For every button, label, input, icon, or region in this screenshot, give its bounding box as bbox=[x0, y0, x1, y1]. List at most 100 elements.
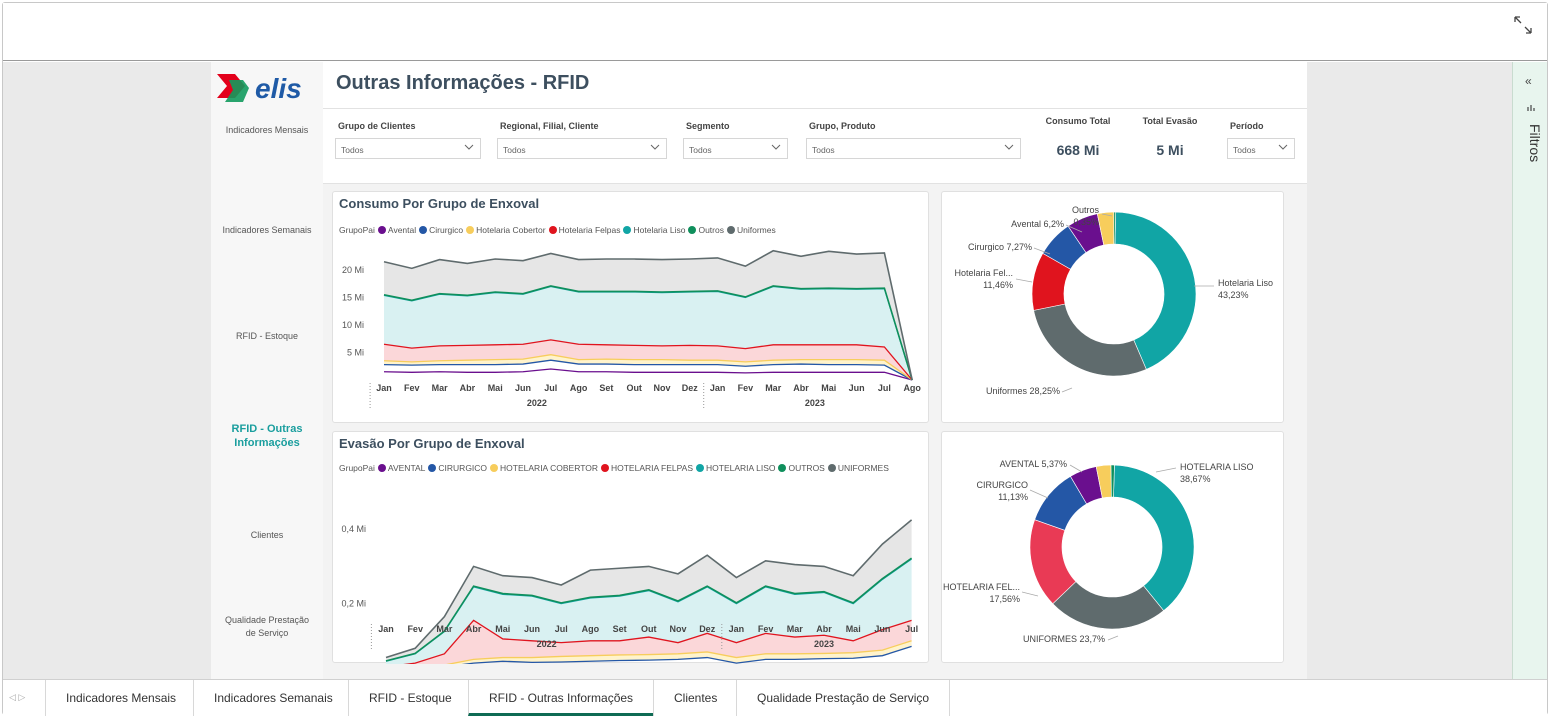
consumo-chart-card[interactable]: Consumo Por Grupo de Enxoval GrupoPai Ave… bbox=[332, 191, 929, 423]
chevron-down-icon bbox=[650, 144, 660, 150]
tab-rfid-outras-informacoes[interactable]: RFID - Outras Informações bbox=[468, 680, 654, 716]
evasao-donut-chart: HOTELARIA LISO 38,67% UNIFORMES 23,7% HOTEL… bbox=[943, 459, 1254, 644]
tab-indicadores-mensais[interactable]: Indicadores Mensais bbox=[45, 680, 196, 716]
nav-item-indicadores-mensais[interactable]: Indicadores Mensais bbox=[219, 124, 315, 137]
tab-clientes[interactable]: Clientes bbox=[653, 680, 737, 716]
kpi-label-consumo-total: Consumo Total bbox=[1045, 116, 1111, 126]
evasao-donut-card[interactable]: HOTELARIA LISO 38,67% UNIFORMES 23,7% HOTEL… bbox=[941, 431, 1284, 663]
consumo-area-chart: 5 Mi 10 Mi 15 Mi 20 Mi Jan Fev Mar Abr Mai Jun Jul… bbox=[342, 249, 921, 409]
x-tick-label: Set bbox=[613, 624, 627, 634]
slicer-value: Todos bbox=[341, 145, 364, 155]
slice-pct-label: 11,13% bbox=[998, 492, 1028, 502]
tab-rfid-estoque[interactable]: RFID - Estoque bbox=[348, 680, 472, 716]
x-tick-label: Ago bbox=[903, 383, 921, 393]
slice-pct-label: 43,23% bbox=[1218, 290, 1249, 300]
consumo-donut-card[interactable]: Hotelaria Liso 43,23% Uniformes 28,25% Hote… bbox=[941, 191, 1284, 423]
label-leader-line bbox=[1029, 489, 1049, 499]
donut-slice bbox=[1033, 303, 1147, 377]
double-chevron-left-icon[interactable]: « bbox=[1525, 74, 1532, 88]
x-tick-label: Fev bbox=[404, 383, 420, 393]
slice-label: UNIFORMES 23,7% bbox=[1023, 634, 1105, 644]
x-tick-label: Jul bbox=[905, 624, 918, 634]
nav-item-clientes[interactable]: Clientes bbox=[219, 529, 315, 542]
evasao-chart-card[interactable]: Evasão Por Grupo de Enxoval GrupoPai AVEN… bbox=[332, 431, 929, 664]
x-tick-label: Set bbox=[599, 383, 613, 393]
navigation-panel: elis Indicadores Mensais Indicadores Sem… bbox=[211, 62, 323, 679]
page-title: Outras Informações - RFID bbox=[336, 72, 590, 94]
y-tick-label: 5 Mi bbox=[347, 348, 364, 358]
x-group-label: 2023 bbox=[814, 639, 834, 649]
elis-logo: elis bbox=[217, 73, 302, 104]
x-tick-label: Abr bbox=[793, 383, 809, 393]
tab-indicadores-semanais[interactable]: Indicadores Semanais bbox=[193, 680, 353, 716]
donut-slice bbox=[1110, 464, 1115, 498]
slice-pct-label: 0,35% bbox=[1073, 217, 1099, 227]
slicer-segmento[interactable]: Todos bbox=[683, 138, 788, 159]
x-tick-label: Jan bbox=[729, 624, 745, 634]
donut-slice bbox=[1113, 211, 1116, 245]
label-leader-line bbox=[1021, 591, 1039, 597]
top-bar bbox=[3, 3, 1547, 61]
slice-pct-label: 38,67% bbox=[1180, 474, 1211, 484]
slicer-grupo-clientes[interactable]: Todos bbox=[335, 138, 481, 159]
x-tick-label: Ago bbox=[570, 383, 588, 393]
evasao-area-chart: 0,0 Mi0,2 Mi0,4 MiJanFevMarAbrMaiJunJulA… bbox=[341, 519, 918, 664]
x-tick-label: Ago bbox=[582, 624, 600, 634]
x-tick-label: Jan bbox=[376, 383, 392, 393]
nav-item-rfid-outras-informacoes[interactable]: RFID - Outras Informações bbox=[219, 422, 315, 450]
x-tick-label: Mai bbox=[495, 624, 510, 634]
y-tick-label: 20 Mi bbox=[342, 265, 364, 275]
slicer-value: Todos bbox=[1233, 145, 1256, 155]
x-tick-label: Nov bbox=[669, 624, 686, 634]
x-tick-label: Mai bbox=[846, 624, 861, 634]
slicer-label-grupo-clientes: Grupo de Clientes bbox=[338, 121, 416, 131]
slice-pct-label: 17,56% bbox=[989, 594, 1020, 604]
x-tick-label: Fev bbox=[407, 624, 423, 634]
slice-label: Cirurgico 7,27% bbox=[968, 242, 1032, 252]
x-group-label: 2022 bbox=[537, 639, 557, 649]
x-tick-label: Jul bbox=[555, 624, 568, 634]
page-tab-bar: ◁ ▷ Indicadores Mensais Indicadores Sema… bbox=[3, 679, 1547, 716]
nav-item-indicadores-semanais[interactable]: Indicadores Semanais bbox=[219, 224, 315, 237]
y-tick-label: 0,2 Mi bbox=[341, 599, 366, 609]
y-tick-label: 15 Mi bbox=[342, 293, 364, 303]
label-leader-line bbox=[1061, 387, 1073, 393]
nav-item-rfid-estoque[interactable]: RFID - Estoque bbox=[219, 330, 315, 343]
kpi-value-total-evasao: 5 Mi bbox=[1156, 142, 1184, 158]
tab-scroll-arrows[interactable]: ◁ ▷ bbox=[9, 692, 25, 703]
slicer-value: Todos bbox=[689, 145, 712, 155]
filters-pane[interactable]: « Filtros bbox=[1512, 62, 1547, 679]
filter-header: Grupo de Clientes Todos Regional, Filial… bbox=[323, 108, 1307, 184]
kpi-value-consumo-total: 668 Mi bbox=[1056, 142, 1100, 158]
y-tick-label: 10 Mi bbox=[342, 320, 364, 330]
label-leader-line bbox=[1107, 635, 1119, 641]
x-tick-label: Mar bbox=[765, 383, 782, 393]
slice-label: Hotelaria Fel... bbox=[954, 268, 1013, 278]
slice-label: HOTELARIA FEL... bbox=[943, 582, 1020, 592]
series-line bbox=[383, 368, 913, 381]
x-tick-label: Fev bbox=[738, 383, 754, 393]
chevron-down-icon bbox=[464, 144, 474, 150]
tab-qualidade[interactable]: Qualidade Prestação de Serviço bbox=[736, 680, 951, 716]
slicer-grupo-produto[interactable]: Todos bbox=[806, 138, 1021, 159]
app-frame: elis Indicadores Mensais Indicadores Sem… bbox=[2, 2, 1548, 716]
expand-icon[interactable] bbox=[1513, 15, 1533, 35]
slicer-periodo[interactable]: Todos bbox=[1227, 138, 1295, 159]
filters-label[interactable]: Filtros bbox=[1519, 124, 1543, 162]
report-page: elis Indicadores Mensais Indicadores Sem… bbox=[211, 62, 1307, 679]
x-tick-label: Jun bbox=[874, 624, 890, 634]
slicer-label-periodo: Período bbox=[1230, 121, 1264, 131]
kpi-label-total-evasao: Total Evasão bbox=[1142, 116, 1198, 126]
x-tick-label: Abr bbox=[816, 624, 832, 634]
slice-label: Avental 6,2% bbox=[1011, 219, 1064, 229]
x-tick-label: Jan bbox=[710, 383, 726, 393]
x-tick-label: Jun bbox=[849, 383, 865, 393]
slicer-value: Todos bbox=[503, 145, 526, 155]
label-leader-line bbox=[1069, 464, 1083, 473]
slicer-label-regional: Regional, Filial, Cliente bbox=[500, 121, 599, 131]
nav-item-qualidade[interactable]: Qualidade Prestação de Serviço bbox=[219, 614, 315, 640]
x-group-label: 2023 bbox=[805, 398, 825, 408]
slicer-value: Todos bbox=[812, 145, 835, 155]
x-tick-label: Mai bbox=[821, 383, 836, 393]
slicer-regional[interactable]: Todos bbox=[497, 138, 667, 159]
